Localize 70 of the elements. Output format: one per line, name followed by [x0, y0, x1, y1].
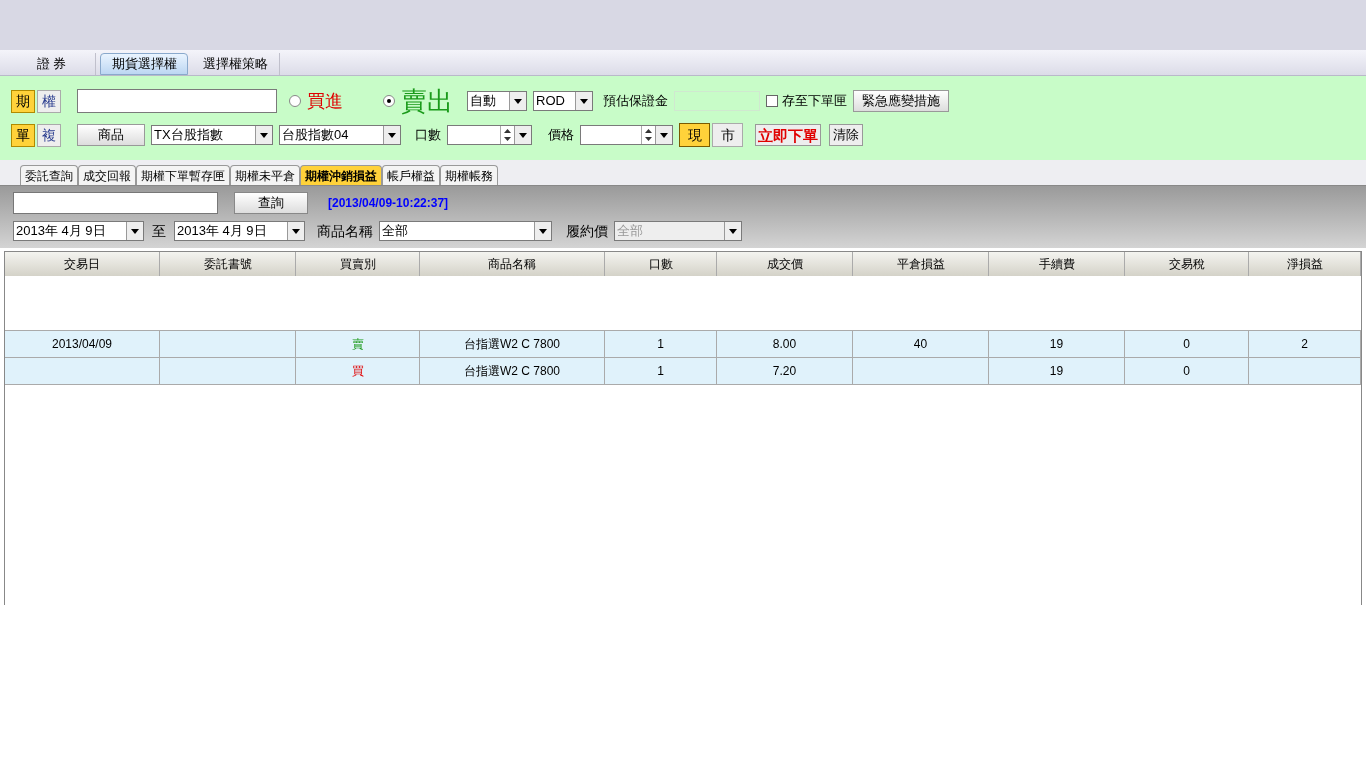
table-cell-text: 7.20: [772, 363, 797, 380]
quantity-label: 口數: [415, 126, 441, 145]
column-header[interactable]: 交易稅: [1125, 252, 1249, 276]
market-toggle[interactable]: 權: [37, 89, 61, 113]
query-button[interactable]: 查詢: [234, 192, 308, 214]
date-to-picker[interactable]: 2013年 4月 9日: [174, 221, 305, 241]
sub-tab[interactable]: 期權下單暫存匣: [136, 165, 230, 185]
sub-tab[interactable]: 成交回報: [78, 165, 136, 185]
search-field[interactable]: [13, 192, 218, 214]
column-header[interactable]: 淨損益: [1249, 252, 1361, 276]
table-cell-text: 1: [657, 336, 664, 353]
main-tab[interactable]: 證 券: [8, 53, 96, 75]
account-field[interactable]: [77, 89, 277, 113]
checkbox[interactable]: [766, 95, 778, 107]
radio-button[interactable]: [289, 95, 301, 107]
product-button[interactable]: 商品: [77, 124, 145, 146]
table-cell-text: 40: [913, 336, 928, 353]
side-label: 賣出: [401, 84, 453, 118]
market-toggle[interactable]: 期: [11, 89, 35, 113]
table-cell-text: 0: [1183, 363, 1190, 380]
product-select[interactable]: TX台股指數: [151, 125, 273, 145]
price-label: 價格: [548, 126, 574, 145]
sub-tab[interactable]: 期權帳務: [440, 165, 498, 185]
column-header[interactable]: 平倉損益: [853, 252, 989, 276]
table-cell-text: 賣: [351, 336, 364, 353]
main-tab[interactable]: 期貨選擇權: [100, 53, 188, 75]
column-header[interactable]: 口數: [605, 252, 717, 276]
side-label: 買進: [307, 89, 343, 113]
time-in-force-select[interactable]: ROD: [533, 91, 593, 111]
product-name-label: 商品名稱: [317, 221, 373, 241]
margin-label: 預估保證金: [603, 92, 668, 111]
to-label: 至: [152, 221, 166, 241]
timestamp-text: [2013/04/09-10:22:37]: [328, 195, 449, 212]
table-cell-text: 0: [1183, 336, 1190, 353]
date-from-picker[interactable]: 2013年 4月 9日: [13, 221, 144, 241]
quantity-field[interactable]: [447, 125, 532, 145]
table-cell-text: 1: [657, 363, 664, 380]
table-cell-text: 2013/04/09: [51, 336, 113, 353]
price-type-button[interactable]: 現: [679, 123, 710, 147]
clear-button[interactable]: 清除: [829, 124, 863, 146]
table-cell-text: 2: [1301, 336, 1308, 353]
sub-tab[interactable]: 帳戶權益: [382, 165, 440, 185]
checkbox-label: 存至下單匣: [782, 92, 847, 111]
sub-tab[interactable]: 期權未平倉: [230, 165, 300, 185]
emergency-button[interactable]: 緊急應變措施: [853, 90, 949, 112]
sub-tab[interactable]: 委託查詢: [20, 165, 78, 185]
column-header[interactable]: 商品名稱: [420, 252, 605, 276]
table-cell-text: 19: [1049, 363, 1064, 380]
submit-order-button[interactable]: 立即下單: [755, 124, 821, 146]
price-type-button[interactable]: 市: [712, 123, 743, 147]
main-tab[interactable]: 選擇權策略: [192, 53, 280, 75]
contract-select[interactable]: 台股指數04: [279, 125, 401, 145]
column-header[interactable]: 成交價: [717, 252, 853, 276]
column-header[interactable]: 交易日: [5, 252, 160, 276]
radio-button[interactable]: [383, 95, 395, 107]
order-type-toggle[interactable]: 單: [11, 123, 35, 147]
table-cell-text: 19: [1049, 336, 1064, 353]
order-type-toggle[interactable]: 複: [37, 123, 61, 147]
price-field[interactable]: [580, 125, 673, 145]
table-cell-text: 台指選W2 C 7800: [464, 336, 560, 353]
table-cell-text: 台指選W2 C 7800: [464, 363, 560, 380]
column-header[interactable]: 委託書號: [160, 252, 296, 276]
column-header[interactable]: 手續費: [989, 252, 1125, 276]
condition-select[interactable]: 自動: [467, 91, 527, 111]
strike-label: 履約價: [566, 221, 608, 241]
table-cell-text: 買: [351, 363, 364, 380]
column-header[interactable]: 買賣別: [296, 252, 420, 276]
sub-tab[interactable]: 期權沖銷損益: [300, 165, 382, 185]
product-name-select[interactable]: 全部: [379, 221, 552, 241]
table-cell-text: 8.00: [772, 336, 797, 353]
